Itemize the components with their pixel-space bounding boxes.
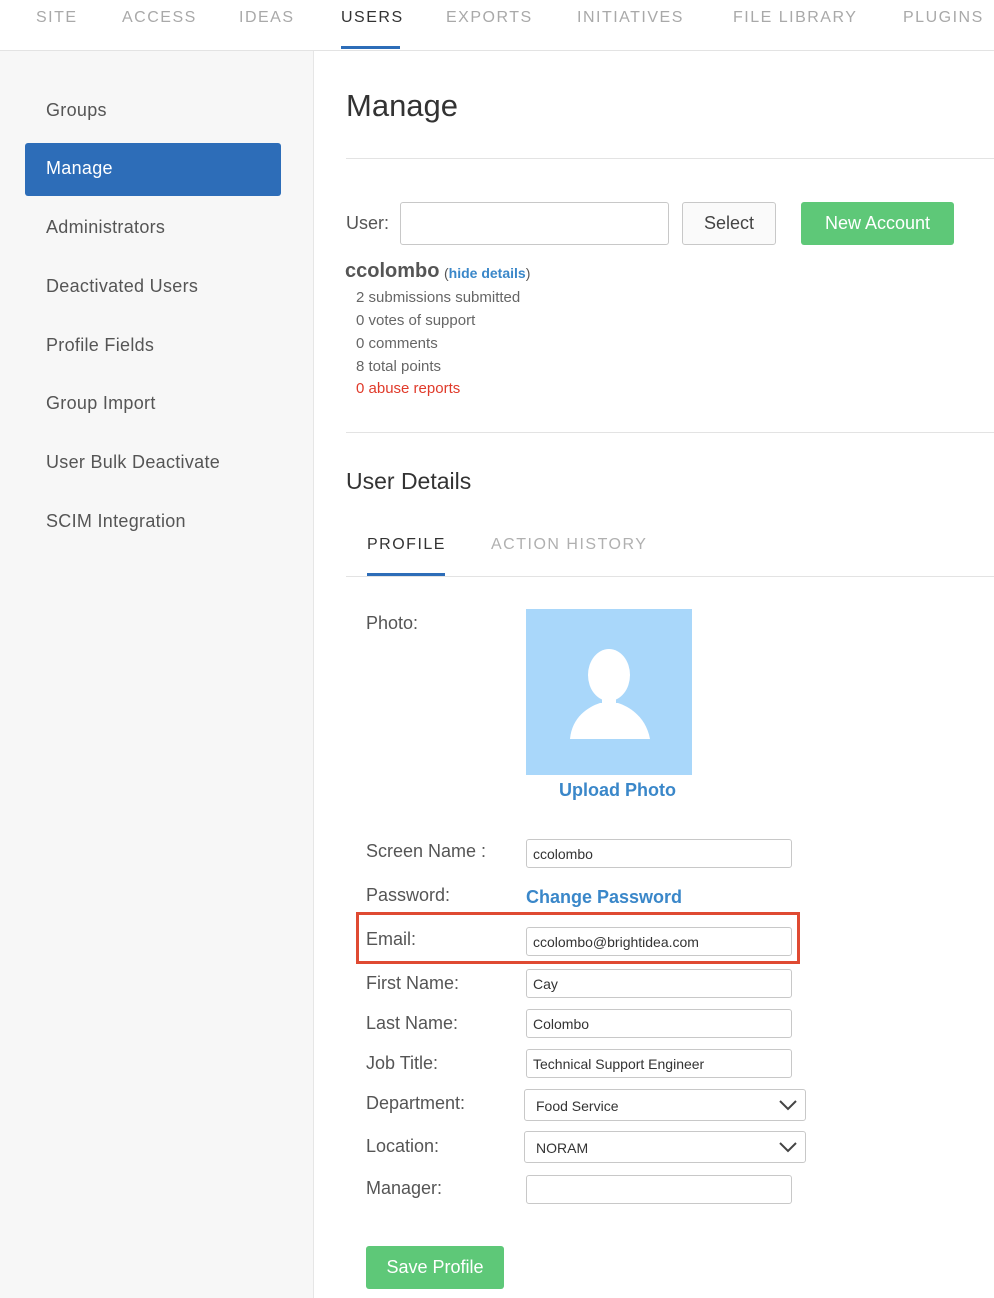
first-name-input[interactable] xyxy=(526,969,792,998)
nav-tab-users[interactable]: USERS xyxy=(341,9,404,27)
screen-name-label: Screen Name : xyxy=(366,841,487,861)
stat-abuse-reports[interactable]: 0 abuse reports xyxy=(356,380,460,397)
stat-submissions: 2 submissions submitted xyxy=(356,289,521,306)
tab-profile[interactable]: PROFILE xyxy=(367,536,446,554)
location-value: NORAM xyxy=(536,1140,589,1156)
job-title-input[interactable] xyxy=(526,1049,792,1078)
nav-tab-initiatives[interactable]: INITIATIVES xyxy=(577,9,684,27)
sidebar-item-manage[interactable]: Manage xyxy=(25,143,281,196)
upload-photo-link[interactable]: Upload Photo xyxy=(559,780,676,801)
stat-points: 8 total points xyxy=(356,358,442,375)
last-name-input[interactable] xyxy=(526,1009,792,1038)
tab-action-history[interactable]: ACTION HISTORY xyxy=(491,536,647,554)
chevron-down-icon xyxy=(779,1142,797,1153)
active-tab-indicator xyxy=(341,46,400,49)
sidebar-item-user-bulk-deactivate[interactable]: User Bulk Deactivate xyxy=(46,452,220,473)
sidebar-item-label: Manage xyxy=(46,158,113,178)
nav-tab-file-library[interactable]: FILE LIBRARY xyxy=(733,9,857,27)
last-name-label: Last Name: xyxy=(366,1013,459,1033)
sidebar-item-groups[interactable]: Groups xyxy=(46,100,107,121)
user-search-input[interactable] xyxy=(400,202,669,245)
new-account-button[interactable]: New Account xyxy=(801,202,954,245)
chevron-down-icon xyxy=(779,1100,797,1111)
first-name-label: First Name: xyxy=(366,973,460,993)
sidebar-item-administrators[interactable]: Administrators xyxy=(46,217,165,238)
divider xyxy=(346,158,994,159)
manager-label: Manager: xyxy=(366,1178,443,1198)
location-label: Location: xyxy=(366,1136,440,1156)
sidebar-item-profile-fields[interactable]: Profile Fields xyxy=(46,335,154,356)
photo-label: Photo: xyxy=(366,613,419,633)
paren-close: ) xyxy=(525,265,531,281)
job-title-label: Job Title: xyxy=(366,1053,439,1073)
save-profile-button[interactable]: Save Profile xyxy=(366,1246,504,1289)
department-label: Department: xyxy=(366,1093,466,1113)
email-field[interactable] xyxy=(526,927,792,956)
top-nav: SITE ACCESS IDEAS USERS EXPORTS INITIATI… xyxy=(0,0,994,51)
nav-tab-access[interactable]: ACCESS xyxy=(122,9,197,27)
stat-votes: 0 votes of support xyxy=(356,312,476,329)
select-button[interactable]: Select xyxy=(682,202,776,245)
department-select[interactable]: Food Service xyxy=(524,1089,806,1121)
nav-tab-ideas[interactable]: IDEAS xyxy=(239,9,295,27)
profile-photo xyxy=(526,609,692,775)
hide-details-link[interactable]: hide details xyxy=(449,265,526,281)
email-label: Email: xyxy=(366,929,417,949)
nav-tab-site[interactable]: SITE xyxy=(36,9,78,27)
user-details-title: User Details xyxy=(346,468,472,494)
page-title: Manage xyxy=(346,88,459,123)
divider xyxy=(346,432,994,433)
password-label: Password: xyxy=(366,885,451,905)
divider xyxy=(346,576,994,577)
nav-tab-exports[interactable]: EXPORTS xyxy=(446,9,533,27)
user-label: User: xyxy=(346,213,390,233)
avatar-silhouette-icon xyxy=(570,649,650,739)
sidebar: Groups Manage Administrators Deactivated… xyxy=(0,51,314,1298)
sidebar-item-group-import[interactable]: Group Import xyxy=(46,393,156,414)
nav-tab-plugins[interactable]: PLUGINS xyxy=(903,9,984,27)
screen-name-input[interactable] xyxy=(526,839,792,868)
username: ccolombo xyxy=(345,260,440,282)
change-password-link[interactable]: Change Password xyxy=(526,887,682,908)
sidebar-item-deactivated-users[interactable]: Deactivated Users xyxy=(46,276,198,297)
location-select[interactable]: NORAM xyxy=(524,1131,806,1163)
manager-input[interactable] xyxy=(526,1175,792,1204)
department-value: Food Service xyxy=(536,1098,619,1114)
sidebar-item-scim-integration[interactable]: SCIM Integration xyxy=(46,511,186,532)
stat-comments: 0 comments xyxy=(356,335,438,352)
hide-details-wrapper: (hide details) xyxy=(444,265,530,281)
